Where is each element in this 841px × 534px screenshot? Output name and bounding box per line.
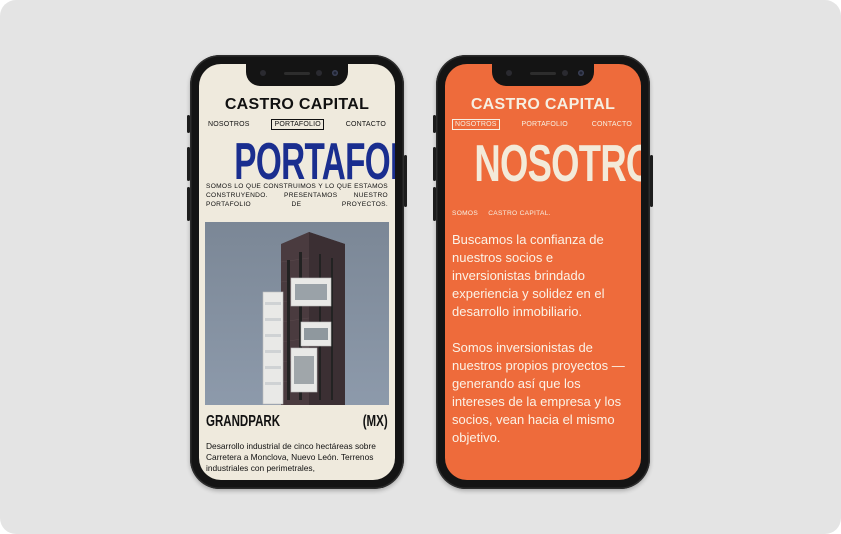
tagline-word: CASTRO CAPITAL. bbox=[488, 210, 551, 217]
nosotros-screen: CASTRO CAPITAL NOSOTROS PORTAFOLIO CONTA… bbox=[445, 64, 641, 480]
tagline-word: SOMOS bbox=[452, 210, 479, 217]
page-title: PORTAFOLIO bbox=[234, 133, 395, 191]
project-description: Desarrollo industrial de cinco hectáreas… bbox=[206, 441, 376, 473]
sensor-icon bbox=[316, 70, 322, 76]
main-nav: NOSOTROS PORTAFOLIO CONTACTO bbox=[206, 119, 388, 130]
front-camera-icon bbox=[332, 70, 338, 76]
volume-up-button bbox=[187, 147, 190, 181]
showcase-background: CASTRO CAPITAL NOSOTROS PORTAFOLIO CONTA… bbox=[0, 0, 841, 534]
volume-down-button bbox=[433, 187, 436, 221]
mute-switch bbox=[433, 115, 436, 133]
about-paragraph-2: Somos inversionistas de nuestros propios… bbox=[452, 340, 625, 445]
main-nav: NOSOTROS PORTAFOLIO CONTACTO bbox=[452, 119, 634, 130]
phone-notch bbox=[492, 64, 594, 86]
sensor-icon bbox=[562, 70, 568, 76]
sensor-icon bbox=[506, 70, 512, 76]
project-header: GRANDPARK (MX) bbox=[206, 413, 388, 431]
power-button bbox=[404, 155, 407, 207]
phone-notch bbox=[246, 64, 348, 86]
power-button bbox=[650, 155, 653, 207]
project-country: (MX) bbox=[363, 413, 388, 430]
nav-link-contacto[interactable]: CONTACTO bbox=[344, 120, 388, 129]
project-name[interactable]: GRANDPARK bbox=[206, 413, 280, 431]
about-paragraph-1: Buscamos la confianza de nuestros socios… bbox=[452, 232, 605, 319]
nav-link-portafolio[interactable]: PORTAFOLIO bbox=[519, 120, 569, 129]
phone-portafolio: CASTRO CAPITAL NOSOTROS PORTAFOLIO CONTA… bbox=[187, 55, 407, 489]
tagline: SOMOS CASTRO CAPITAL. bbox=[452, 210, 551, 217]
phone-nosotros: CASTRO CAPITAL NOSOTROS PORTAFOLIO CONTA… bbox=[433, 55, 653, 489]
sensor-icon bbox=[260, 70, 266, 76]
speaker-grill bbox=[530, 72, 556, 75]
brand-logo[interactable]: CASTRO CAPITAL bbox=[199, 96, 395, 114]
page-title: NOSOTROS bbox=[474, 135, 641, 193]
volume-down-button bbox=[187, 187, 190, 221]
intro-text: SOMOS LO QUE CONSTRUIMOS Y LO QUE ESTAMO… bbox=[206, 183, 388, 208]
nav-link-nosotros[interactable]: NOSOTROS bbox=[452, 119, 500, 130]
nav-link-nosotros[interactable]: NOSOTROS bbox=[206, 120, 252, 129]
speaker-grill bbox=[284, 72, 310, 75]
brand-logo[interactable]: CASTRO CAPITAL bbox=[445, 96, 641, 114]
volume-up-button bbox=[433, 147, 436, 181]
building-illustration bbox=[205, 222, 389, 405]
project-photo[interactable] bbox=[205, 222, 389, 405]
portafolio-screen: CASTRO CAPITAL NOSOTROS PORTAFOLIO CONTA… bbox=[199, 64, 395, 480]
nav-link-contacto[interactable]: CONTACTO bbox=[590, 120, 634, 129]
nav-link-portafolio[interactable]: PORTAFOLIO bbox=[271, 119, 324, 130]
front-camera-icon bbox=[578, 70, 584, 76]
mute-switch bbox=[187, 115, 190, 133]
